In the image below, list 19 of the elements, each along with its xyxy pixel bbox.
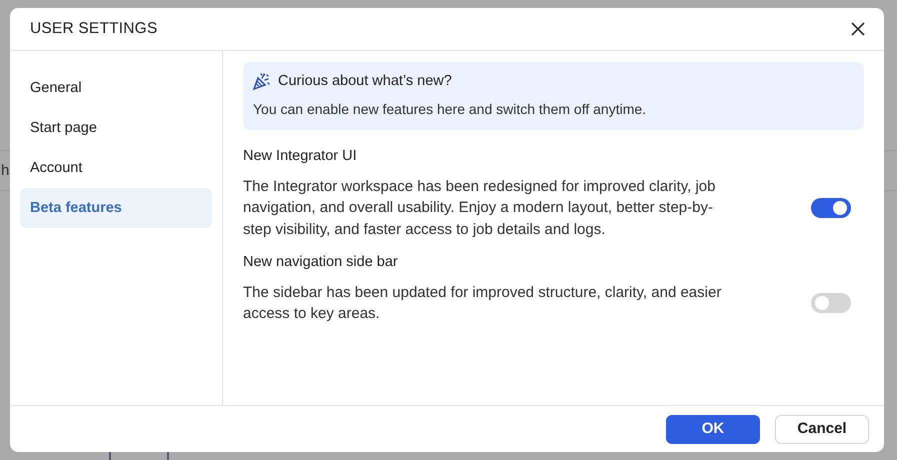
background-text: h	[1, 161, 10, 181]
sidebar-item[interactable]: Beta features	[20, 188, 212, 228]
sidebar-item[interactable]: General	[20, 68, 212, 108]
toggle-switch[interactable]	[811, 198, 851, 218]
cancel-button[interactable]: Cancel	[775, 414, 869, 444]
party-popper-icon	[253, 73, 270, 90]
dialog-title: USER SETTINGS	[30, 19, 158, 40]
feature-title: New Integrator UI	[243, 146, 358, 166]
banner-title: Curious about what’s new?	[278, 72, 452, 91]
feature-title: New navigation side bar	[243, 253, 399, 272]
toggle-switch[interactable]	[811, 293, 851, 314]
sidebar-item[interactable]: Start page	[20, 108, 212, 148]
feature-description: The sidebar has been updated for improved structure, clarity, and easier access to key areas.	[243, 282, 722, 324]
banner-text: You can enable new features here and switch them off anytime.	[253, 100, 648, 119]
close-button[interactable]	[850, 21, 866, 37]
close-icon	[850, 21, 866, 37]
ok-button[interactable]: OK	[666, 414, 760, 444]
sidebar-item[interactable]: Account	[20, 148, 212, 188]
feature-description: The Integrator workspace has been redesigned for improved clarity, job navigation, and overall usability. Enjoy a modern layout, better step-by-step visibility, and faster access to job details and logs.	[243, 176, 716, 240]
